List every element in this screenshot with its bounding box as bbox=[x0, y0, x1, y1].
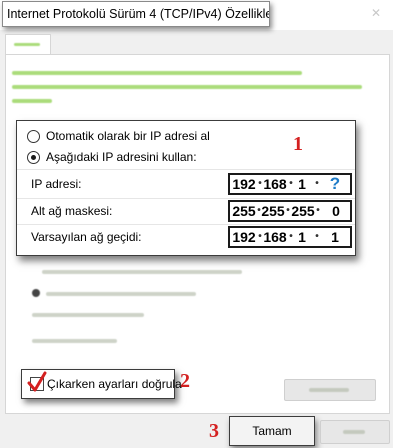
cancel-button[interactable] bbox=[320, 420, 390, 444]
divider bbox=[17, 198, 355, 199]
radio-auto-ip[interactable] bbox=[27, 130, 40, 143]
auto-ip-label: Otomatik olarak bir IP adresi al bbox=[46, 129, 210, 143]
gateway-label: Varsayılan ağ geçidi: bbox=[31, 230, 142, 244]
gateway-octet-3: 1 bbox=[298, 229, 306, 245]
checkmark-icon bbox=[27, 371, 47, 392]
blurred-text bbox=[309, 388, 349, 392]
gateway-octet-4: 1 bbox=[331, 229, 339, 245]
close-icon[interactable]: ✕ bbox=[364, 4, 388, 22]
blurred-text bbox=[12, 85, 362, 89]
divider bbox=[17, 224, 355, 225]
blurred-text bbox=[46, 292, 196, 296]
subnet-octet-1: 255 bbox=[232, 203, 256, 219]
radio-manual-ip[interactable] bbox=[27, 151, 40, 164]
tab-general[interactable] bbox=[5, 34, 51, 55]
octet-separator: • bbox=[315, 231, 319, 242]
ip-octet-1: 192 bbox=[232, 176, 256, 192]
ok-button[interactable]: Tamam bbox=[229, 416, 315, 446]
octet-separator: • bbox=[315, 178, 319, 189]
ip-settings-group: Otomatik olarak bir IP adresi al Aşağıda… bbox=[16, 120, 356, 256]
blurred-text bbox=[32, 313, 144, 317]
blurred-text bbox=[42, 270, 242, 274]
tab-label-blurred bbox=[14, 43, 40, 46]
annotation-1: 1 bbox=[293, 133, 303, 155]
blurred-text bbox=[343, 430, 365, 434]
subnet-mask-input[interactable]: 255 • 255 • 255 • 0 bbox=[228, 200, 352, 222]
ip-address-label: IP adresi: bbox=[31, 177, 82, 191]
gateway-octet-2: 168 bbox=[263, 229, 287, 245]
octet-separator: • bbox=[316, 205, 320, 216]
radio-dns-manual[interactable] bbox=[32, 289, 40, 297]
divider bbox=[17, 169, 355, 170]
gateway-octet-1: 192 bbox=[232, 229, 256, 245]
advanced-button[interactable] bbox=[284, 379, 376, 401]
gateway-input[interactable]: 192 • 168 • 1 • 1 bbox=[228, 226, 352, 248]
ip-address-input[interactable]: 192 • 168 • 1 • ? bbox=[228, 173, 352, 195]
blurred-text bbox=[12, 71, 302, 75]
annotation-3: 3 bbox=[209, 420, 219, 442]
question-mark-icon: ? bbox=[329, 174, 341, 193]
blurred-text bbox=[12, 99, 52, 103]
window-title: Internet Protokolü Sürüm 4 (TCP/IPv4) Öz… bbox=[2, 1, 270, 27]
ip-octet-2: 168 bbox=[263, 176, 287, 192]
subnet-octet-4: 0 bbox=[332, 203, 340, 219]
subnet-octet-3: 255 bbox=[291, 203, 315, 219]
subnet-mask-label: Alt ağ maskesi: bbox=[31, 204, 113, 218]
blurred-text bbox=[32, 339, 117, 343]
ip-octet-3: 1 bbox=[298, 176, 306, 192]
validate-settings-checkbox-group: Çıkarken ayarları doğrula bbox=[21, 369, 182, 399]
validate-label: Çıkarken ayarları doğrula bbox=[47, 377, 182, 391]
manual-ip-label: Aşağıdaki IP adresini kullan: bbox=[46, 150, 197, 164]
subnet-octet-2: 255 bbox=[261, 203, 285, 219]
